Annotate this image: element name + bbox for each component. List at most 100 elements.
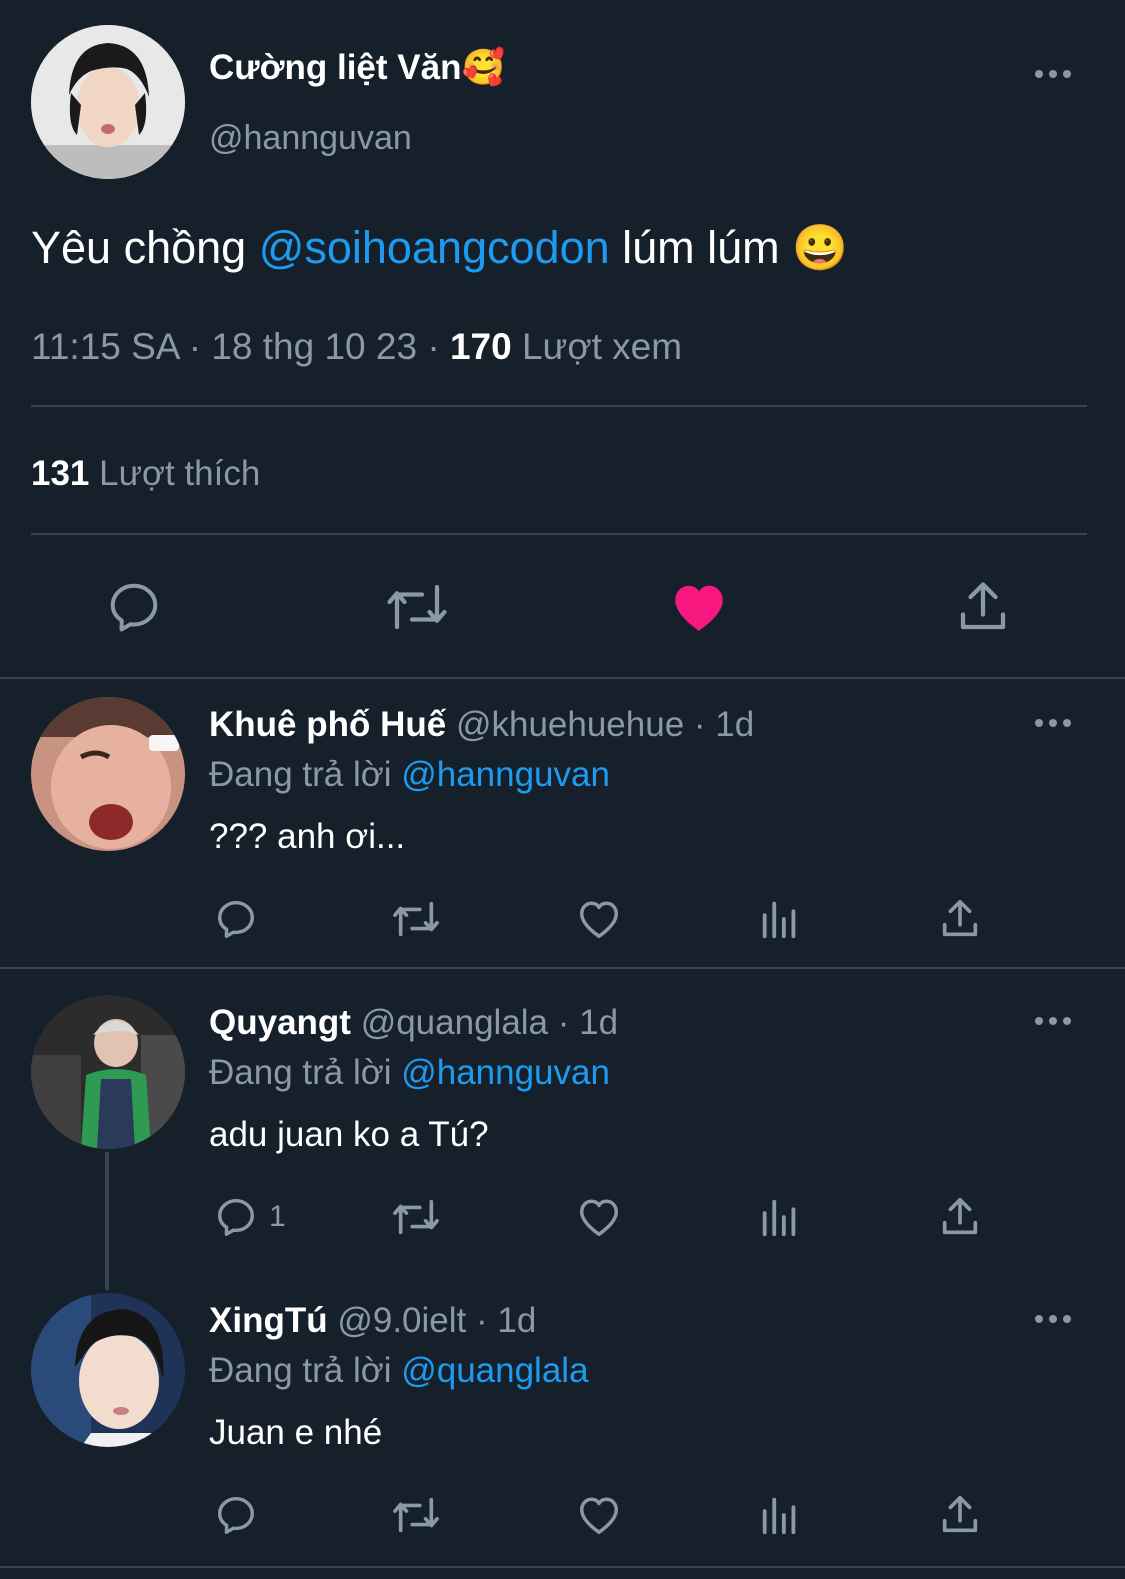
reply-author-name[interactable]: Quyangt	[209, 1003, 351, 1042]
retweet-icon	[393, 901, 439, 937]
reply-author-name[interactable]: XingTú	[209, 1301, 328, 1340]
retweet-icon	[393, 1497, 439, 1533]
reply-button[interactable]	[104, 577, 164, 637]
likes-label: Lượt thích	[89, 454, 261, 493]
replying-to-label: Đang trả lời	[209, 1351, 402, 1390]
more-options-button[interactable]	[1035, 719, 1075, 729]
avatar-photo	[31, 1293, 185, 1447]
share-icon	[960, 582, 1006, 630]
reply-button[interactable]	[213, 896, 259, 942]
replying-to-link[interactable]: @quanglala	[401, 1351, 588, 1390]
author-avatar[interactable]	[31, 25, 185, 179]
reply-author-handle[interactable]: @quanglala · 1d	[361, 1003, 618, 1042]
replying-to: Đang trả lời @hannguvan	[209, 755, 610, 795]
reply-count: 1	[269, 1200, 286, 1233]
avatar-photo	[31, 697, 185, 851]
share-button[interactable]	[937, 1194, 983, 1240]
retweet-icon	[387, 584, 447, 630]
dot-icon	[1049, 1315, 1057, 1323]
reply-author-handle[interactable]: @9.0ielt · 1d	[337, 1301, 536, 1340]
views-button[interactable]	[757, 896, 803, 942]
like-button[interactable]	[576, 896, 622, 942]
likes-count: 131	[31, 454, 90, 493]
reply-header: Quyangt @quanglala · 1d	[209, 1003, 618, 1043]
reply-avatar[interactable]	[31, 1293, 185, 1447]
mention-link[interactable]: @soihoangcodon	[259, 222, 610, 273]
retweet-button[interactable]	[384, 577, 450, 637]
replying-to-label: Đang trả lời	[209, 1053, 402, 1092]
author-name[interactable]: Cường liệt Văn🥰	[209, 48, 505, 88]
author-emoji: 🥰	[461, 48, 506, 87]
thread-line	[105, 1152, 109, 1290]
retweet-button[interactable]	[390, 896, 442, 942]
reply-text: ??? anh ơi...	[209, 817, 406, 856]
more-options-button[interactable]	[1035, 1315, 1075, 1325]
more-options-button[interactable]	[1035, 70, 1075, 80]
reply-author-name[interactable]: Khuê phố Huế	[209, 705, 446, 744]
dot-icon	[1049, 70, 1057, 78]
views-button[interactable]	[757, 1492, 803, 1538]
share-icon	[942, 899, 978, 937]
dot-icon	[1063, 70, 1071, 78]
avatar-photo	[31, 25, 185, 179]
tweet-text-part: lúm lúm	[609, 222, 793, 273]
reply-avatar[interactable]	[31, 995, 185, 1149]
analytics-icon	[762, 1199, 796, 1237]
author-handle[interactable]: @hannguvan	[209, 118, 412, 158]
tweet-text: Yêu chồng @soihoangcodon lúm lúm 😀	[31, 222, 848, 274]
reply-text: adu juan ko a Tú?	[209, 1115, 489, 1154]
dot-icon	[1035, 70, 1043, 78]
reply-author-handle[interactable]: @khuehuehue · 1d	[456, 705, 754, 744]
avatar-photo	[31, 995, 185, 1149]
reply-button[interactable]	[213, 1492, 259, 1538]
section-divider	[0, 677, 1125, 679]
share-button[interactable]	[953, 577, 1013, 637]
reply-icon	[217, 1198, 255, 1236]
more-options-button[interactable]	[1035, 1017, 1075, 1027]
analytics-icon	[762, 1497, 796, 1535]
dot-icon	[1035, 1315, 1043, 1323]
dot-icon	[1035, 1017, 1043, 1025]
like-button[interactable]	[576, 1492, 622, 1538]
like-button[interactable]	[669, 577, 729, 637]
divider	[31, 405, 1087, 407]
replying-to-link[interactable]: @hannguvan	[401, 755, 610, 794]
like-button[interactable]	[576, 1194, 622, 1240]
dot-icon	[1063, 1315, 1071, 1323]
share-button[interactable]	[937, 896, 983, 942]
reply-button[interactable]: 1	[213, 1194, 286, 1240]
reply-header: Khuê phố Huế @khuehuehue · 1d	[209, 705, 754, 745]
views-count: 170	[449, 326, 512, 367]
tweet-meta: 11:15 SA · 18 thg 10 23 · 170 Lượt xem	[31, 326, 682, 368]
replying-to: Đang trả lời @hannguvan	[209, 1053, 610, 1093]
section-divider	[0, 967, 1125, 969]
author-display-name: Cường liệt Văn	[209, 48, 462, 87]
reply-icon	[110, 583, 158, 632]
reply-icon	[217, 1496, 255, 1534]
dot-icon	[1035, 719, 1043, 727]
reply-header: XingTú @9.0ielt · 1d	[209, 1301, 536, 1341]
replying-to-link[interactable]: @hannguvan	[401, 1053, 610, 1092]
views-label: Lượt xem	[511, 326, 683, 367]
share-icon	[942, 1495, 978, 1533]
retweet-button[interactable]	[390, 1194, 442, 1240]
grin-emoji: 😀	[792, 222, 849, 273]
analytics-icon	[762, 901, 796, 939]
replying-to-label: Đang trả lời	[209, 755, 402, 794]
likes-stat[interactable]: 131 Lượt thích	[31, 454, 260, 494]
reply-text: Juan e nhé	[209, 1413, 383, 1452]
dot-icon	[1063, 719, 1071, 727]
reply-icon	[217, 900, 255, 938]
retweet-button[interactable]	[390, 1492, 442, 1538]
section-divider	[0, 1566, 1125, 1568]
tweet-text-part: Yêu chồng	[31, 222, 259, 273]
dot-icon	[1063, 1017, 1071, 1025]
retweet-icon	[393, 1199, 439, 1235]
share-button[interactable]	[937, 1492, 983, 1538]
replying-to: Đang trả lời @quanglala	[209, 1351, 589, 1391]
reply-avatar[interactable]	[31, 697, 185, 851]
views-button[interactable]	[757, 1194, 803, 1240]
share-icon	[942, 1197, 978, 1235]
heart-icon	[580, 1199, 618, 1236]
tweet-timestamp[interactable]: 11:15 SA · 18 thg 10 23 ·	[31, 326, 450, 367]
